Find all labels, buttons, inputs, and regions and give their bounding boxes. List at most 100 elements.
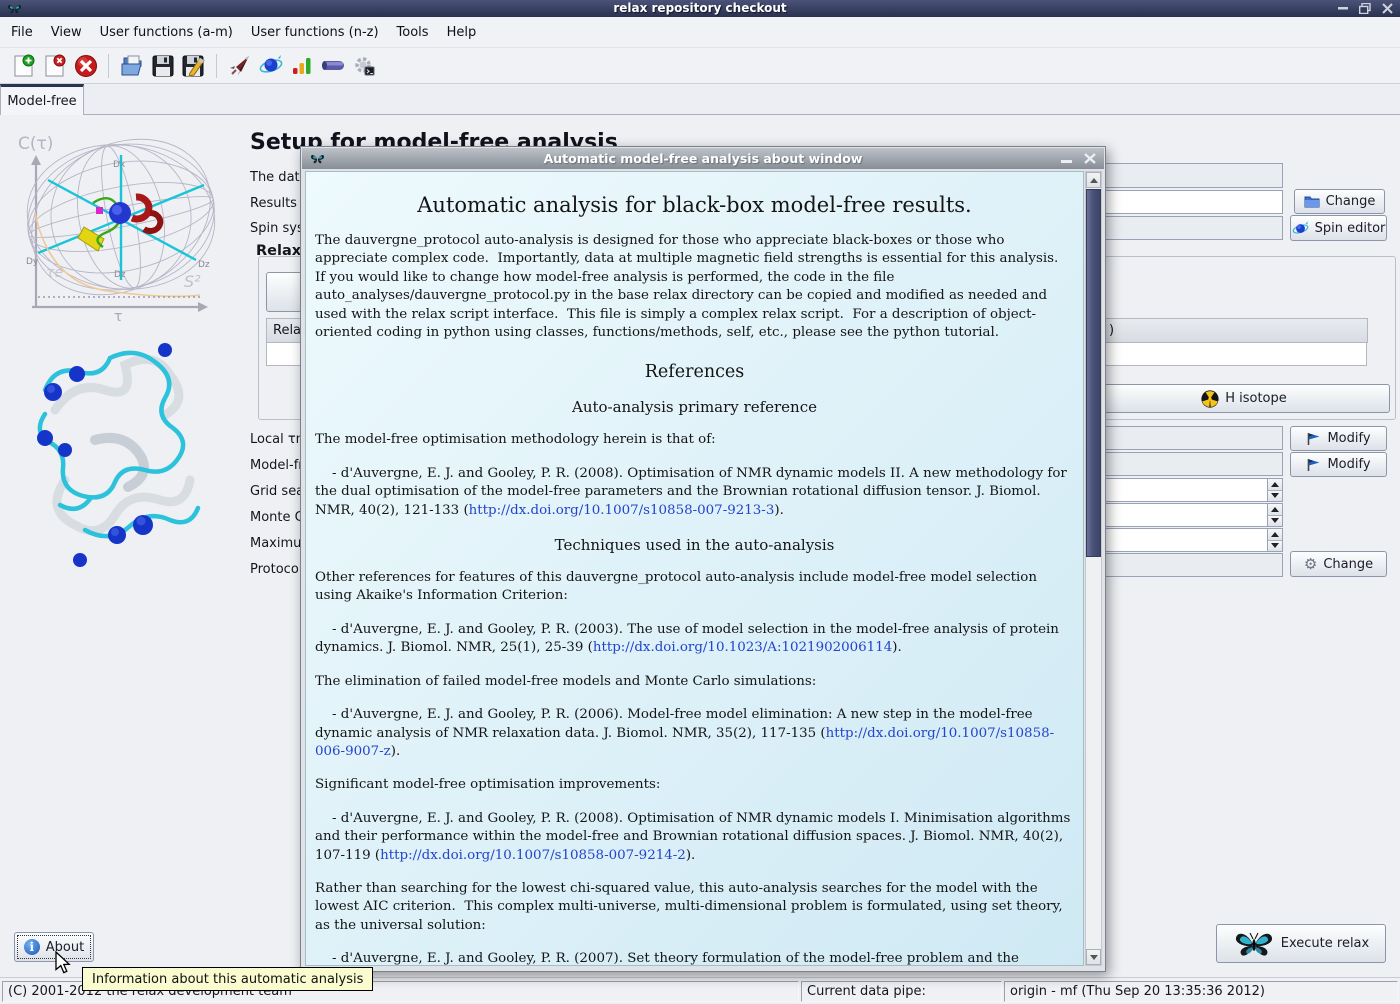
label-spin-systems: Spin sys (250, 221, 304, 236)
dialog-titlebar: Automatic model-free analysis about wind… (302, 148, 1104, 169)
results-viewer-icon[interactable] (286, 51, 317, 81)
change-protocol-button[interactable]: ⚙ Change (1290, 551, 1387, 577)
statusbar-pipe-label: Current data pipe: (801, 981, 1002, 1002)
gear-icon: ⚙ (1304, 557, 1317, 572)
spin-up-icon[interactable] (1268, 504, 1282, 516)
data-pipe-editor-icon[interactable] (317, 51, 348, 81)
dialog-paragraph: Significant model-free optimisation impr… (315, 776, 1074, 794)
spin-icon (1292, 221, 1309, 236)
dialog-paragraph: - d'Auvergne, E. J. and Gooley, P. R. (2… (315, 706, 1074, 761)
spin-editor-button[interactable]: Spin editor (1290, 215, 1387, 241)
dialog-paragraph: - d'Auvergne, E. J. and Gooley, P. R. (2… (315, 465, 1074, 520)
toolbar-separator (216, 54, 217, 78)
protein-structure-image (25, 330, 215, 570)
save-state-icon[interactable] (147, 51, 178, 81)
spin-down-icon[interactable] (1268, 516, 1282, 527)
about-dialog: Automatic model-free analysis about wind… (300, 146, 1106, 972)
menu-tools[interactable]: Tools (388, 17, 438, 47)
label-results-dir: Results (250, 196, 297, 211)
doi-link[interactable]: http://dx.doi.org/10.1007/s10858-006-900… (315, 726, 1054, 759)
relax-prompt-icon[interactable] (348, 51, 379, 81)
dialog-paragraph: Rather than searching for the lowest chi… (315, 880, 1074, 935)
window-titlebar: relax repository checkout (0, 0, 1400, 17)
dialog-paragraph: - d'Auvergne, E. J. and Gooley, P. R. (2… (315, 950, 1074, 966)
focus-rect (18, 936, 90, 958)
doi-link[interactable]: http://dx.doi.org/10.1023/A:102190200611… (593, 640, 892, 655)
scroll-down-icon[interactable] (1086, 949, 1101, 965)
dialog-paragraph: The model-free optimisation methodology … (315, 431, 1074, 449)
label-protocol-mode: Protoco (250, 562, 299, 577)
menu-view[interactable]: View (42, 17, 91, 47)
spin-viewer-icon[interactable] (255, 51, 286, 81)
window-title: relax repository checkout (0, 0, 1400, 17)
change-results-button[interactable]: Change (1294, 189, 1385, 214)
save-as-icon[interactable] (178, 51, 209, 81)
dialog-title: Automatic model-free analysis about wind… (302, 151, 1104, 166)
modify-models-button[interactable]: Modify (1290, 452, 1387, 477)
graph-tau-e-label: τe (46, 265, 63, 281)
label-data-pipe: The dat (250, 170, 300, 185)
dialog-content: Automatic analysis for black-box model-f… (315, 172, 1074, 966)
label-maximum-iterations: Maximu (250, 536, 301, 551)
menu-file[interactable]: File (2, 17, 42, 47)
toolbar-separator (108, 54, 109, 78)
graph-dx-label: Dx (113, 160, 126, 170)
spin-down-icon[interactable] (1268, 491, 1282, 502)
dialog-heading: Auto-analysis primary reference (315, 398, 1074, 416)
dialog-scrollbar[interactable] (1085, 171, 1102, 966)
close-icon[interactable] (1380, 2, 1394, 15)
menu-user-functions-am[interactable]: User functions (a-m) (91, 17, 242, 47)
dialog-paragraph: Other references for features of this da… (315, 569, 1074, 606)
dialog-heading: References (315, 362, 1074, 382)
restore-icon[interactable] (1358, 2, 1372, 15)
graph-s2-label: S² (184, 272, 201, 291)
butterfly-icon (1233, 929, 1275, 959)
model-free-theory-image: C(τ) Dx Dy Dz Dz (8, 125, 218, 323)
h-isotope-button[interactable]: H isotope (1098, 384, 1390, 413)
label-grid-search: Grid sea (250, 484, 304, 499)
exit-icon[interactable] (70, 51, 101, 81)
label-monte-carlo: Monte C (250, 510, 304, 525)
menu-help[interactable]: Help (438, 17, 486, 47)
radiation-icon (1201, 390, 1219, 408)
flag-icon (1306, 458, 1321, 472)
dialog-minimize-icon[interactable] (1061, 149, 1072, 168)
graph-xlabel: τ (114, 309, 122, 323)
mouse-cursor (55, 951, 72, 975)
graph-dz-label: Dz (198, 260, 210, 270)
spin-up-icon[interactable] (1268, 529, 1282, 541)
folder-icon (1304, 195, 1320, 208)
relaxation-table-header-right: ) (1109, 323, 1114, 338)
minimize-icon[interactable] (1336, 2, 1350, 15)
menu-user-functions-nz[interactable]: User functions (n-z) (242, 17, 388, 47)
new-analysis-icon[interactable] (8, 51, 39, 81)
dialog-heading: Automatic analysis for black-box model-f… (325, 193, 1064, 217)
execute-relax-button[interactable]: Execute relax (1216, 924, 1386, 963)
graph-dz2-label: Dz (114, 270, 126, 280)
scrollbar-thumb[interactable] (1086, 189, 1101, 557)
doi-link[interactable]: http://dx.doi.org/10.1007/s10858-007-921… (380, 848, 686, 863)
app-window: relax repository checkout File View User… (0, 0, 1400, 1004)
spin-down-icon[interactable] (1268, 541, 1282, 552)
scroll-up-icon[interactable] (1086, 172, 1101, 188)
menubar: File View User functions (a-m) User func… (0, 17, 1400, 48)
about-button[interactable]: i About (14, 932, 94, 962)
dialog-heading: Techniques used in the auto-analysis (315, 536, 1074, 554)
dialog-paragraph: The elimination of failed model-free mod… (315, 673, 1074, 691)
open-state-icon[interactable] (116, 51, 147, 81)
dialog-body: Automatic analysis for black-box model-f… (305, 171, 1084, 966)
about-tooltip: Information about this automatic analysi… (82, 967, 373, 991)
flag-icon (1306, 432, 1321, 446)
dialog-close-icon[interactable] (1084, 149, 1096, 168)
spin-up-icon[interactable] (1268, 479, 1282, 491)
statusbar-pipe-value: origin - mf (Thu Sep 20 13:35:36 2012) (1004, 981, 1398, 1002)
dialog-paragraph: - d'Auvergne, E. J. and Gooley, P. R. (2… (315, 810, 1074, 865)
tab-model-free[interactable]: Model-free (0, 84, 84, 115)
toolbar (0, 48, 1400, 84)
modify-local-tm-button[interactable]: Modify (1290, 426, 1387, 451)
close-analysis-icon[interactable] (39, 51, 70, 81)
tabbar: Model-free (0, 84, 1400, 115)
graph-dy-label: Dy (26, 257, 39, 267)
doi-link[interactable]: http://dx.doi.org/10.1007/s10858-007-921… (469, 503, 775, 518)
relax-controller-icon[interactable] (224, 51, 255, 81)
